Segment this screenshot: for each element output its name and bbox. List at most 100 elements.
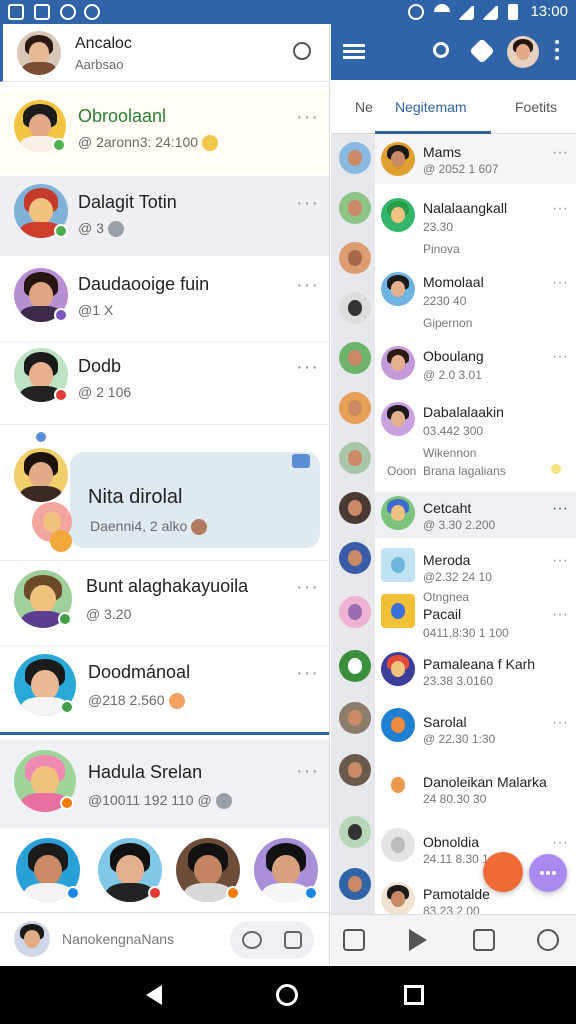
contact-preview: 23.30 [423,220,454,234]
status-badge [54,308,68,322]
contact-preview: 23.38 3.0160 [423,674,494,688]
chat-name: Dalagit Totin [78,192,177,212]
gallery-icon [8,4,24,20]
contact-name: Pamaleana f Karh [423,656,536,672]
square-icon[interactable] [284,931,302,949]
more-icon[interactable]: ··· [552,834,568,852]
my-avatar[interactable] [14,921,50,957]
puzzle-icon[interactable] [469,38,495,64]
more-icon[interactable]: ··· [552,606,568,624]
bottom-navigation [331,914,576,966]
more-icon[interactable]: ··· [296,275,319,295]
chat-name: Obroolaanl [78,106,167,126]
composer-bar: NanokengnaNans [0,912,329,966]
shield-icon [84,4,100,20]
contact-name: Sarolal [423,714,467,730]
map-icon[interactable] [343,929,365,951]
back-icon[interactable] [146,985,162,1005]
chat-bubble-icon[interactable] [242,931,262,949]
status-badge [226,886,240,900]
status-bar: 13:00 [0,0,576,24]
chat-name: Doodmánoal [88,662,191,682]
chat-preview: @218 2.560 [88,692,185,710]
list-item[interactable]: Bunt alaghakayuoila @ 3.20 ··· [0,564,329,644]
list-item[interactable]: Hadula Srelan @10011 192 110 @ ··· [0,740,329,828]
more-icon[interactable]: ··· [296,357,319,377]
left-header: Ancaloc Aarbsao [0,24,329,82]
tab-bar: Ne Negitemam Foetits [331,80,576,134]
account-icon[interactable] [537,929,559,951]
more-icon[interactable]: ··· [552,500,568,518]
more-icon[interactable]: ··· [296,193,319,213]
contact-preview: 2230 40 [423,294,467,308]
chat-preview: @ 2 106 [78,384,132,400]
more-icon[interactable]: ··· [552,144,568,162]
status-badge [60,796,74,810]
emoji-icon [191,519,208,536]
system-nav-bar [0,966,576,1024]
more-icon[interactable]: ··· [552,348,568,366]
more-icon[interactable]: ··· [296,761,319,781]
contact-name: Nalalaangkall [423,200,508,216]
contact-name: Mams [423,144,462,160]
contact-note: Pinova [423,242,460,256]
profile-avatar[interactable] [507,36,539,68]
home-icon[interactable] [276,984,298,1006]
list-item[interactable]: Dalagit Totin @ 3 ··· [0,176,329,256]
contact-preview: @2.32 24 10 [423,570,492,584]
search-icon[interactable] [293,42,311,60]
contact-preview: @ 3.30 2.200 [423,518,496,532]
status-badge [54,388,68,402]
more-icon[interactable]: ··· [296,577,319,597]
composer-input[interactable]: NanokengnaNans [62,931,174,947]
chat-preview: @10011 192 110 @ [88,792,232,810]
list-item[interactable]: Daudaooige fuin @1 X ··· [0,260,329,340]
chat-name: Nita dirolal [88,486,183,508]
status-badge [148,886,162,900]
profile-avatar[interactable] [17,31,61,75]
clock: 13:00 [530,3,568,20]
list-item[interactable]: Nita dirolal Daenni4, 2 alko [0,426,329,560]
contact-name: Meroda [423,552,471,568]
list-item[interactable]: Obroolaanl @ 2aronn3: 24:100 ··· [0,92,329,172]
search-icon[interactable] [433,42,449,58]
more-icon[interactable]: ··· [552,714,568,732]
status-badge [52,138,66,152]
contact-preview: 03.442 300 [423,424,484,438]
status-badge [58,612,72,626]
contact-name: Danoleikan Malarka [423,774,547,790]
contact-name: Dabalalaakin [423,404,504,420]
menu-icon[interactable] [343,44,365,47]
list-item[interactable]: Doodmánoal @218 2.560 ··· [0,648,329,734]
more-icon[interactable]: ··· [552,274,568,292]
contact-note-2: Brana lagalians [423,464,506,478]
more-icon[interactable]: ··· [552,200,568,218]
play-icon[interactable] [409,929,427,951]
more-icon[interactable]: ··· [296,107,319,127]
list-item[interactable]: Dodb @ 2 106 ··· [0,344,329,424]
contact-preview: @ 2.0 3.01 [423,368,482,382]
contact-note: Gipernon [423,316,473,330]
hidden-list-strip [331,134,375,924]
contact-preview: @ 2052 1 607 [423,162,499,176]
composer-actions [230,921,314,959]
tab-first[interactable]: Ne [355,80,373,134]
emoji-icon [168,693,185,710]
tab-third[interactable]: Foetits [515,80,557,134]
pin-icon[interactable] [292,454,310,468]
contact-name: Cetcaht [423,500,472,516]
wifi-icon [434,4,450,20]
overflow-icon[interactable] [555,40,559,44]
section-divider [0,732,329,735]
more-icon[interactable]: ··· [296,663,319,683]
more-icon[interactable]: ··· [552,552,568,570]
recents-icon[interactable] [404,985,424,1005]
chat-name: Hadula Srelan [88,762,203,782]
contact-name: Momolaal [423,274,484,290]
more-fab[interactable] [529,854,567,892]
emoji-icon [215,793,232,810]
folder-icon[interactable] [473,929,495,951]
compose-fab[interactable] [483,852,523,892]
chat-name: Daudaooige fuin [78,274,210,294]
tab-active[interactable]: Negitemam [375,80,491,134]
